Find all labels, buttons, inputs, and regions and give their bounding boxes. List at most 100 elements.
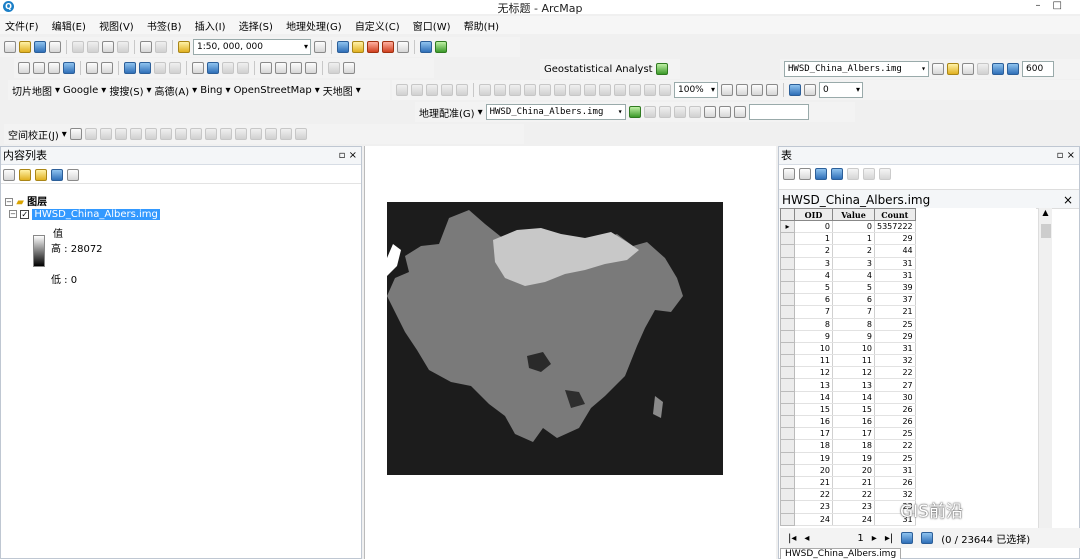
cut-icon[interactable] bbox=[72, 41, 84, 53]
grid-icon[interactable] bbox=[554, 84, 566, 96]
search-window-icon[interactable] bbox=[367, 41, 379, 53]
cell-count[interactable]: 31 bbox=[874, 342, 916, 356]
tile-map-menu[interactable]: 切片地图 bbox=[12, 83, 52, 98]
row-selector[interactable]: ▸ bbox=[780, 219, 795, 234]
table-row[interactable]: 2 2 44 bbox=[780, 244, 916, 258]
menu-insert[interactable]: 插入(I) bbox=[190, 16, 231, 35]
cell-value[interactable]: 1 bbox=[832, 232, 875, 246]
scale-icon[interactable] bbox=[673, 106, 686, 118]
menu-windows[interactable]: 窗口(W) bbox=[408, 16, 456, 35]
row-selector[interactable] bbox=[780, 268, 795, 282]
identify-icon[interactable] bbox=[207, 62, 219, 74]
cell-oid[interactable]: 12 bbox=[794, 366, 833, 380]
list-by-source-icon[interactable] bbox=[19, 168, 31, 181]
cell-count[interactable]: 31 bbox=[874, 257, 916, 270]
related-tables-icon[interactable] bbox=[799, 168, 811, 180]
cell-value[interactable]: 2 bbox=[832, 244, 875, 258]
table-row[interactable]: 8 8 25 bbox=[780, 317, 916, 331]
cell-oid[interactable]: 18 bbox=[794, 439, 833, 453]
undo-icon[interactable] bbox=[140, 41, 152, 53]
row-selector[interactable] bbox=[780, 329, 795, 343]
contrast-icon[interactable] bbox=[932, 63, 944, 75]
effects-icon[interactable] bbox=[804, 84, 816, 96]
add-control-points-icon[interactable] bbox=[628, 106, 641, 118]
cell-value[interactable]: 6 bbox=[832, 293, 875, 307]
bottom-table-tab[interactable]: HWSD_China_Albers.img bbox=[780, 548, 902, 559]
arctoolbox-icon[interactable] bbox=[382, 41, 394, 53]
cell-oid[interactable]: 0 bbox=[794, 220, 833, 234]
cell-oid[interactable]: 20 bbox=[794, 464, 833, 477]
menu-customize[interactable]: 自定义(C) bbox=[350, 16, 405, 35]
sketch-icon[interactable] bbox=[494, 84, 506, 96]
preview-icon[interactable] bbox=[219, 128, 232, 140]
column-count[interactable]: Count bbox=[874, 208, 916, 221]
row-selector[interactable] bbox=[780, 317, 795, 331]
rotate-dropdown-icon[interactable] bbox=[733, 106, 746, 118]
layout-zoom-combo[interactable]: 100% ▾ bbox=[674, 82, 718, 98]
create-viewer-window-icon[interactable] bbox=[343, 62, 355, 74]
table-row[interactable]: 17 17 25 bbox=[780, 427, 916, 441]
table-row[interactable]: 7 7 21 bbox=[780, 305, 916, 319]
map-scale-combo[interactable]: 1:50, 000, 000 ▾ bbox=[193, 39, 311, 55]
row-selector[interactable] bbox=[780, 366, 795, 380]
table-panel-close-button[interactable]: ▫ × bbox=[1057, 147, 1075, 165]
first-record-button[interactable]: |◂ bbox=[788, 533, 796, 544]
cell-oid[interactable]: 16 bbox=[794, 415, 833, 429]
go-to-xy-icon[interactable] bbox=[305, 62, 317, 74]
cell-count[interactable]: 26 bbox=[874, 415, 916, 429]
cell-oid[interactable]: 5 bbox=[794, 281, 833, 295]
data-driven-pages-icon[interactable] bbox=[766, 84, 778, 96]
delete-selected-icon[interactable] bbox=[879, 168, 891, 180]
table-row[interactable]: 12 12 22 bbox=[780, 366, 916, 380]
cell-value[interactable]: 21 bbox=[832, 476, 875, 490]
toc-close-button[interactable]: ▫ × bbox=[339, 147, 357, 165]
layout-icon[interactable] bbox=[279, 128, 292, 140]
cell-oid[interactable]: 23 bbox=[794, 500, 833, 514]
row-selector[interactable] bbox=[780, 512, 795, 526]
limited-adjustment-icon[interactable] bbox=[144, 128, 157, 140]
list-by-drawing-order-icon[interactable] bbox=[3, 168, 15, 181]
cell-value[interactable]: 13 bbox=[832, 378, 875, 392]
layout-zoom-in-icon[interactable] bbox=[584, 84, 596, 96]
pan-hand-icon[interactable] bbox=[48, 62, 60, 74]
table-row[interactable]: 11 11 32 bbox=[780, 354, 916, 368]
cell-oid[interactable]: 7 bbox=[794, 305, 833, 319]
menu-file[interactable]: 文件(F) bbox=[0, 16, 44, 35]
editor-icon[interactable] bbox=[314, 41, 326, 53]
edit-vertices-icon[interactable] bbox=[396, 84, 408, 96]
cogo-icon[interactable] bbox=[234, 128, 247, 140]
menu-selection[interactable]: 选择(S) bbox=[234, 16, 278, 35]
table-row[interactable]: 4 4 31 bbox=[780, 268, 916, 282]
row-selector[interactable] bbox=[780, 280, 795, 295]
menu-view[interactable]: 视图(V) bbox=[94, 16, 139, 35]
cell-value[interactable]: 17 bbox=[832, 427, 875, 441]
bing-menu[interactable]: Bing bbox=[200, 85, 222, 96]
cell-count[interactable]: 39 bbox=[874, 281, 916, 295]
zoom-to-selected-icon[interactable] bbox=[863, 168, 875, 180]
current-record[interactable]: 1 bbox=[857, 533, 863, 544]
cell-value[interactable]: 5 bbox=[832, 281, 875, 295]
table-row[interactable]: 20 20 31 bbox=[780, 463, 916, 477]
switch-selection-icon[interactable] bbox=[831, 168, 843, 180]
row-selector[interactable] bbox=[780, 488, 795, 502]
measure-icon[interactable] bbox=[260, 62, 272, 74]
table-row[interactable]: 3 3 31 bbox=[780, 256, 916, 270]
table-row[interactable]: 9 9 29 bbox=[780, 329, 916, 343]
table-row[interactable]: ▸ 0 0 5357222 bbox=[780, 219, 916, 234]
geostatistical-wizard-icon[interactable] bbox=[655, 63, 668, 75]
next-record-button[interactable]: ▸ bbox=[872, 533, 877, 544]
rotation-angle-input[interactable] bbox=[748, 104, 809, 120]
scroll-thumb[interactable] bbox=[1041, 224, 1051, 238]
copy-icon[interactable] bbox=[87, 41, 99, 53]
layer-visibility-checkbox[interactable]: ✓ bbox=[20, 209, 30, 219]
layout-zoom-out-icon[interactable] bbox=[599, 84, 611, 96]
reshape-icon[interactable] bbox=[411, 84, 423, 96]
full-extent-icon[interactable] bbox=[63, 62, 75, 74]
fixed-zoom-in-icon[interactable] bbox=[86, 62, 98, 74]
attributes-icon[interactable] bbox=[456, 84, 468, 96]
cell-oid[interactable]: 2 bbox=[794, 244, 833, 258]
cell-value[interactable]: 3 bbox=[832, 257, 875, 270]
show-all-records-icon[interactable] bbox=[901, 532, 914, 544]
modify-link-icon[interactable] bbox=[99, 128, 112, 140]
cell-count[interactable]: 25 bbox=[874, 452, 916, 465]
